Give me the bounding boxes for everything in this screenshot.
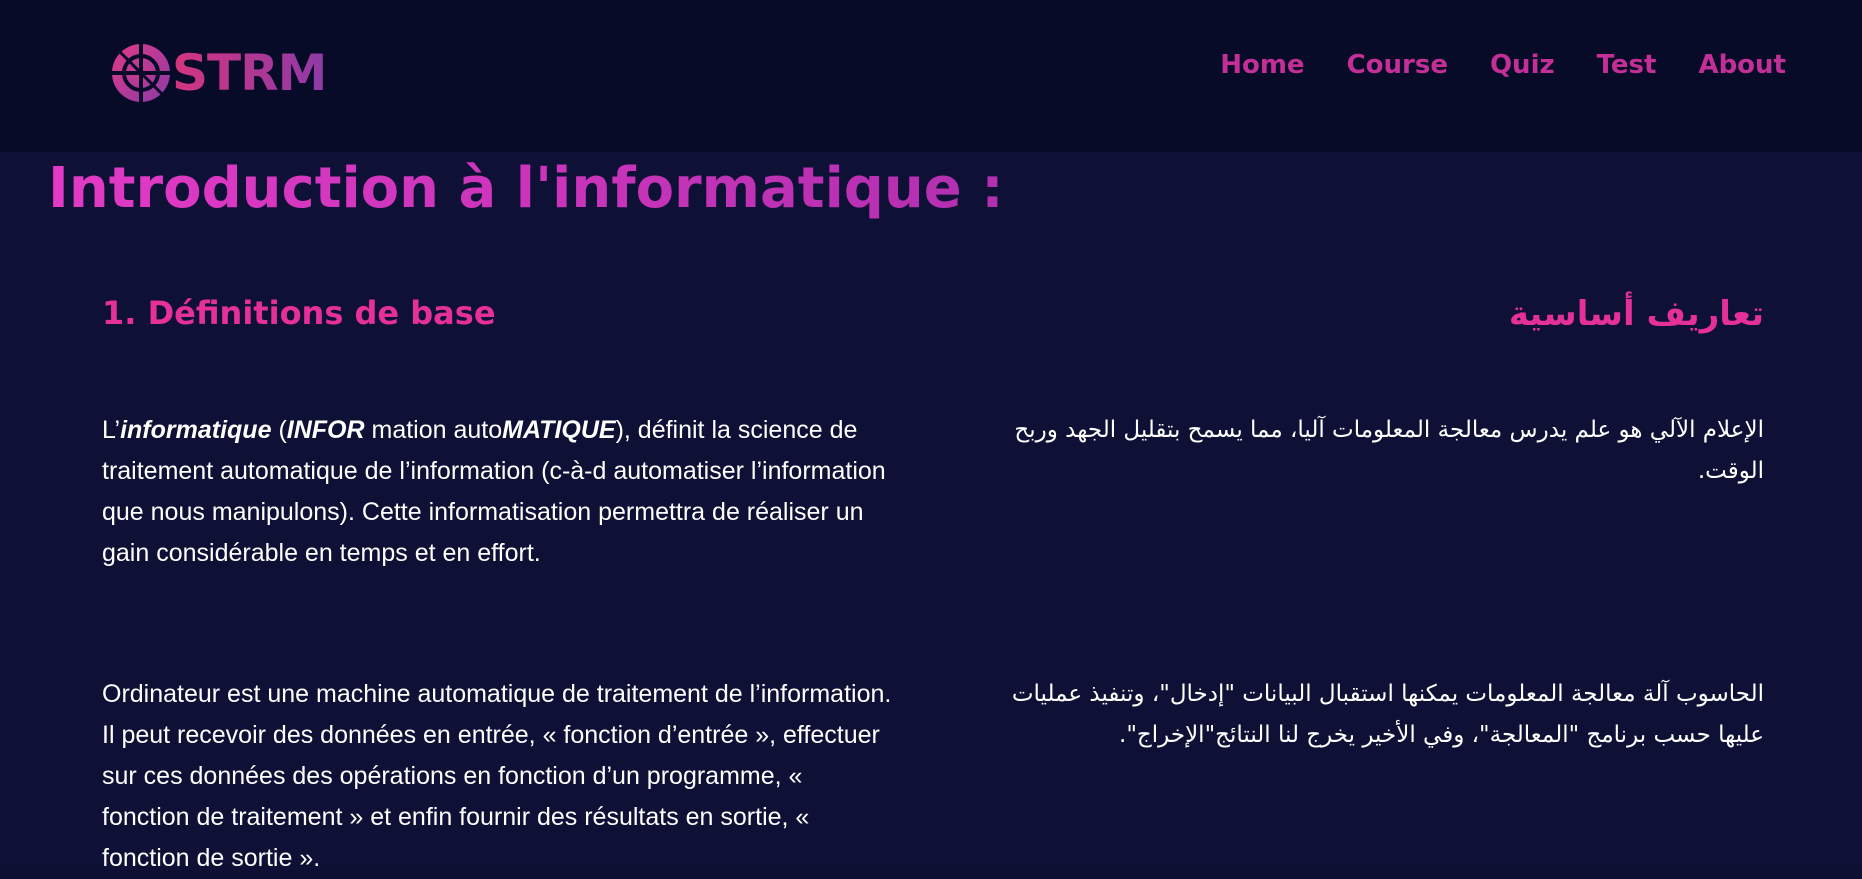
site-header: STRM Home Course Quiz Test About [0,0,1862,152]
brand-name: STRM [172,38,327,108]
main-nav: Home Course Quiz Test About [1220,50,1786,80]
term-matique: MATIQUE [502,416,616,444]
text-fragment: mation auto [364,416,503,444]
paragraph-definition-fr: L’informatique (INFOR mation autoMATIQUE… [102,410,892,574]
text-fragment: ( [271,416,287,444]
brand-logo[interactable]: STRM [110,38,327,108]
term-informatique: informatique [120,416,272,444]
section-title-fr: 1. Définitions de base [102,294,496,332]
nav-link-course[interactable]: Course [1347,50,1448,80]
nav-link-quiz[interactable]: Quiz [1490,50,1555,80]
nav-link-home[interactable]: Home [1220,50,1304,80]
section-title-ar: تعاريف أساسية [1508,294,1764,334]
nav-link-test[interactable]: Test [1597,50,1657,80]
page-title: Introduction à l'informatique : [48,156,1004,221]
term-infor: INFOR [286,416,365,444]
nav-link-about[interactable]: About [1698,50,1786,80]
paragraph-ordinateur-fr: Ordinateur est une machine automatique d… [102,680,892,872]
paragraph-definition-ar: الإعلام الآلي هو علم يدرس معالجة المعلوم… [1014,417,1764,484]
crosshair-target-icon [112,44,170,102]
main-content: Introduction à l'informatique : 1. Défin… [0,152,1862,872]
text-fragment: L’ [102,416,121,444]
paragraph-ordinateur-ar: الحاسوب آلة معالجة المعلومات يمكنها استق… [1011,681,1764,748]
